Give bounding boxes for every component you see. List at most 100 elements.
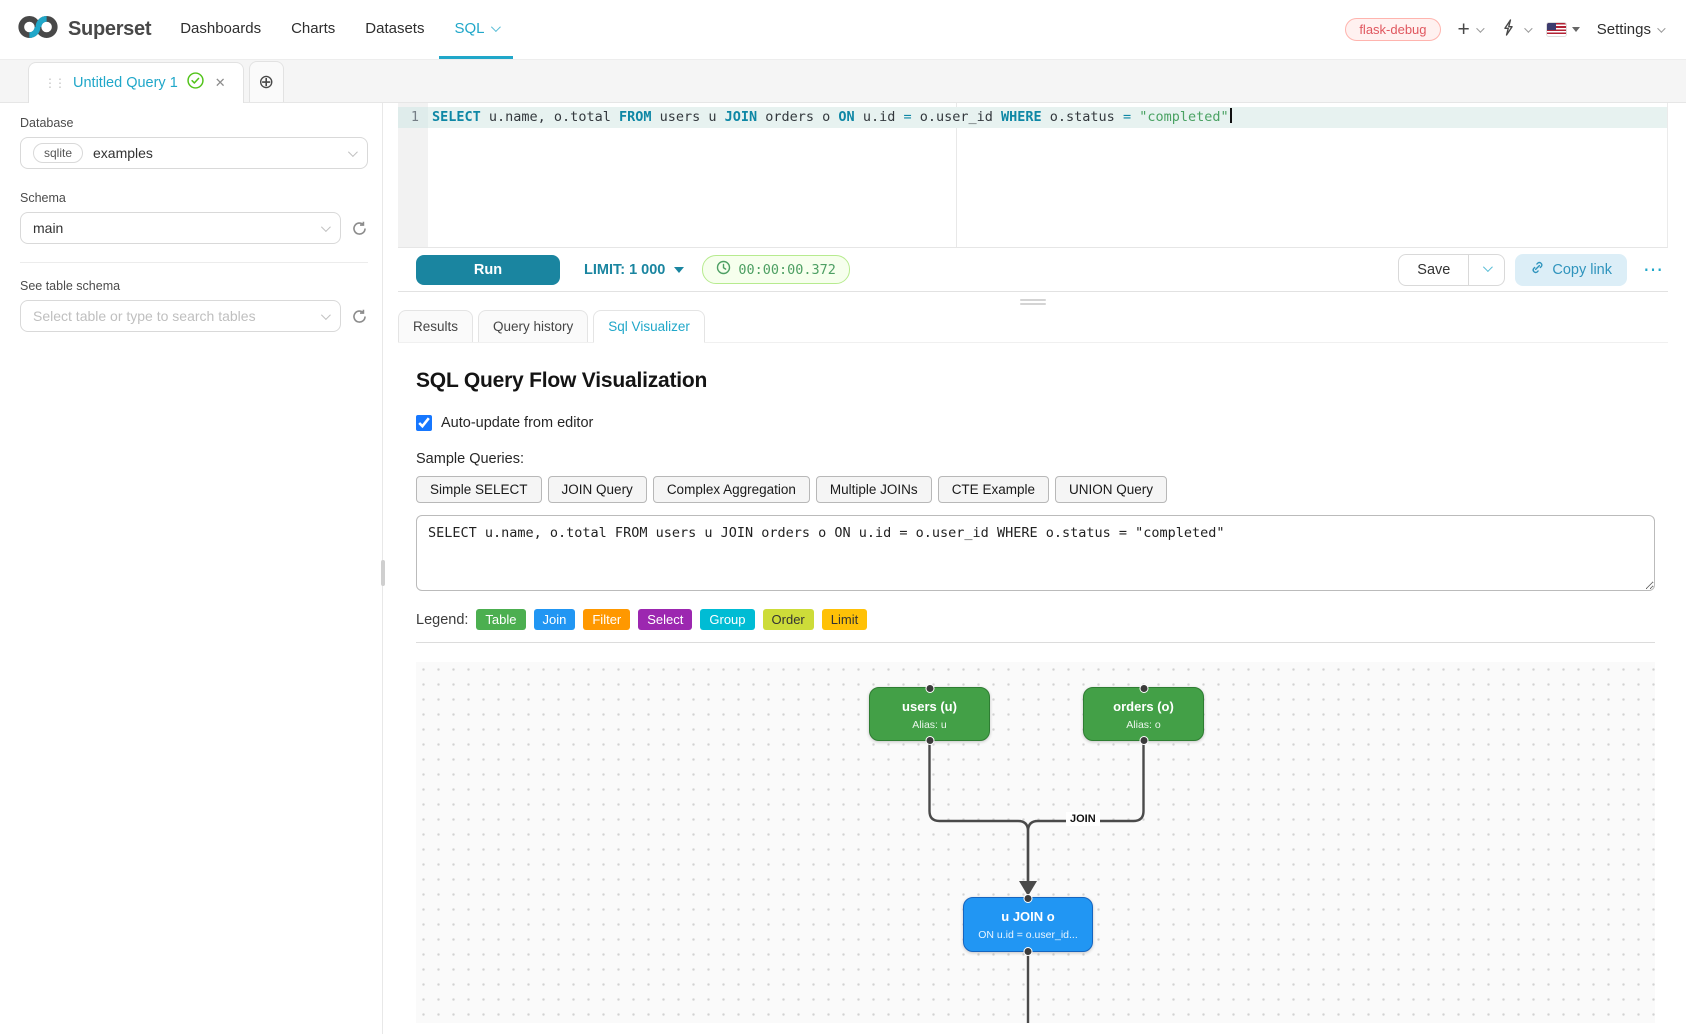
sqllab-sidebar: Database sqlite examples Schema main See… [0,103,383,1034]
chevron-down-icon [348,147,358,157]
query-tabstrip: ⋮⋮ Untitled Query 1 ✕ ⊕ [0,60,1686,103]
navbar-right: flask-debug + Settings [1345,0,1663,59]
more-actions-button[interactable]: ⋯ [1639,260,1668,280]
superset-brand[interactable]: Superset [16,0,151,59]
query-tab[interactable]: ⋮⋮ Untitled Query 1 ✕ [28,62,244,103]
drag-handle-icon[interactable]: ⋮⋮ [44,76,64,90]
chevron-down-icon [1476,24,1484,32]
clock-icon [716,260,731,279]
legend-select-badge: Select [638,609,692,630]
pane-resize-handle[interactable] [1020,297,1046,307]
sample-join-query-button[interactable]: JOIN Query [548,476,647,503]
plus-circle-icon: ⊕ [258,71,274,94]
nav-item-datasets[interactable]: Datasets [350,0,439,59]
limit-dropdown[interactable]: LIMIT: 1 000 [584,262,684,278]
database-select-value: examples [93,145,153,161]
sidebar-divider [20,262,368,263]
lightning-icon [1499,17,1518,43]
chevron-down-icon [1483,262,1493,272]
close-icon[interactable]: ✕ [213,75,228,91]
schema-label: Schema [20,191,368,205]
line-number: 1 [398,107,428,128]
settings-menu[interactable]: Settings [1597,21,1663,38]
refresh-schemas-button[interactable] [351,220,368,237]
query-tab-title: Untitled Query 1 [73,75,178,91]
caret-down-icon [1572,27,1580,32]
refresh-icon [351,308,368,325]
query-search-button[interactable] [1499,17,1530,43]
tab-sql-visualizer[interactable]: Sql Visualizer [593,310,705,343]
chevron-down-icon [1657,24,1665,32]
query-timer: 00:00:00.372 [702,255,850,284]
add-query-tab-button[interactable]: ⊕ [249,61,284,102]
flow-edges [416,662,1653,1023]
environment-badge: flask-debug [1345,18,1440,41]
panel-title: SQL Query Flow Visualization [416,369,1655,393]
auto-update-label: Auto-update from editor [441,415,593,431]
legend-join-badge: Join [534,609,576,630]
chevron-down-icon [321,310,331,320]
legend-table-badge: Table [476,609,525,630]
editor-code-area[interactable]: SELECT u.name, o.total FROM users u JOIN… [428,103,1667,128]
copy-link-button[interactable]: Copy link [1515,254,1627,286]
superset-logo-icon [16,12,60,47]
database-select[interactable]: sqlite examples [20,137,368,169]
sample-union-query-button[interactable]: UNION Query [1055,476,1167,503]
sample-cte-example-button[interactable]: CTE Example [938,476,1049,503]
check-circle-icon [187,72,204,94]
panel-divider [416,642,1655,643]
legend-limit-badge: Limit [822,609,867,630]
sample-simple-select-button[interactable]: Simple SELECT [416,476,542,503]
legend-group-badge: Group [700,609,754,630]
save-dropdown-button[interactable] [1469,254,1505,286]
table-select[interactable]: Select table or type to search tables [20,300,341,332]
visualizer-query-input[interactable]: SELECT u.name, o.total FROM users u JOIN… [416,515,1655,591]
legend-label: Legend: [416,612,468,628]
tab-query-history[interactable]: Query history [478,310,588,342]
nav-item-dashboards[interactable]: Dashboards [165,0,276,59]
new-item-button[interactable]: + [1458,19,1482,40]
run-button[interactable]: Run [416,255,560,285]
flag-icon [1547,23,1566,36]
brand-title: Superset [68,18,151,41]
nav-item-charts[interactable]: Charts [276,0,350,59]
schema-select[interactable]: main [20,212,341,244]
plus-icon: + [1458,19,1470,40]
database-label: Database [20,116,368,130]
table-schema-label: See table schema [20,279,368,293]
diagram-node-users[interactable]: users (u) Alias: u [869,687,990,741]
main-nav: Dashboards Charts Datasets SQL [165,0,513,59]
editor-toolbar: Run LIMIT: 1 000 00:00:00.372 Save [398,248,1668,292]
nav-item-sql[interactable]: SQL [439,0,513,59]
caret-down-icon [674,267,684,273]
diagram-node-join[interactable]: u JOIN o ON u.id = o.user_id... [963,897,1093,952]
sample-multiple-joins-button[interactable]: Multiple JOINs [816,476,932,503]
result-tabs: Results Query history Sql Visualizer [398,310,1668,343]
database-engine-badge: sqlite [33,143,83,163]
sidebar-resize-handle[interactable] [381,560,385,586]
chevron-down-icon [1524,24,1532,32]
code-line: SELECT u.name, o.total FROM users u JOIN… [428,107,1667,128]
diagram-node-orders[interactable]: orders (o) Alias: o [1083,687,1204,741]
auto-update-checkbox[interactable] [416,415,432,431]
save-button[interactable]: Save [1398,254,1469,286]
legend-row: Legend: Table Join Filter Select Group O… [416,609,1655,630]
flow-canvas[interactable]: JOIN users (u) Alias: u orders (o) Alias… [416,662,1655,1023]
timer-value: 00:00:00.372 [738,262,836,278]
link-icon [1530,260,1545,279]
refresh-icon [351,220,368,237]
top-navbar: Superset Dashboards Charts Datasets SQL … [0,0,1686,60]
chevron-down-icon [491,22,501,32]
sample-queries-label: Sample Queries: [416,451,1655,467]
south-pane: Results Query history Sql Visualizer SQL… [398,292,1668,1034]
legend-filter-badge: Filter [583,609,630,630]
join-edge-label: JOIN [1066,812,1100,826]
language-picker[interactable] [1547,23,1580,36]
sample-complex-aggregation-button[interactable]: Complex Aggregation [653,476,810,503]
schema-select-value: main [33,220,63,236]
table-select-placeholder: Select table or type to search tables [33,308,256,324]
tab-results[interactable]: Results [398,310,473,342]
sql-visualizer-panel: SQL Query Flow Visualization Auto-update… [398,369,1668,1023]
refresh-tables-button[interactable] [351,308,368,325]
sql-editor[interactable]: 1 SELECT u.name, o.total FROM users u JO… [398,103,1668,248]
